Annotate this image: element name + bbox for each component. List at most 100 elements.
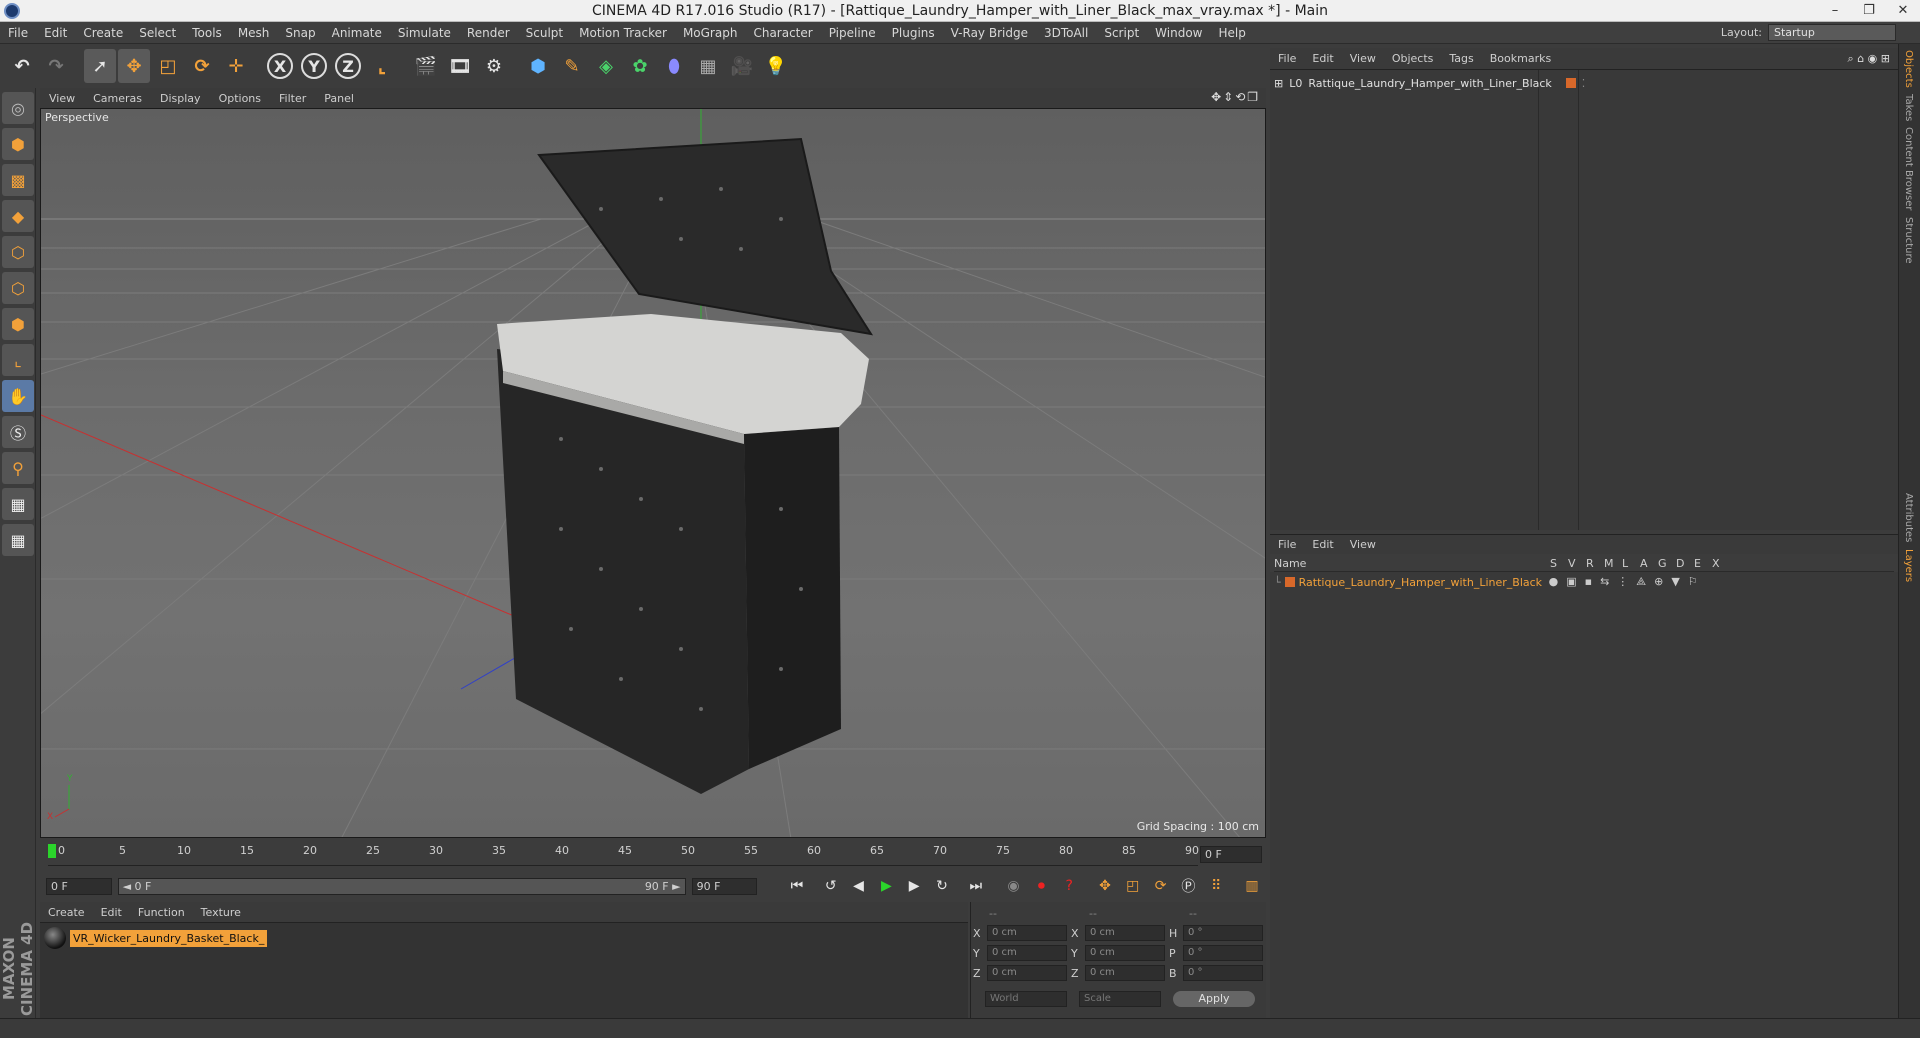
cube-primitive-icon[interactable]: ⬢ <box>522 49 554 83</box>
timeline[interactable]: 0 5 10 15 20 25 30 35 40 45 50 55 60 65 … <box>40 842 1266 872</box>
play-icon[interactable]: ▶ <box>874 874 898 898</box>
menu-snap[interactable]: Snap <box>277 26 323 40</box>
viewport-menu-display[interactable]: Display <box>151 92 210 105</box>
current-frame-field[interactable]: 0 F <box>1200 846 1262 863</box>
menu-render[interactable]: Render <box>459 26 518 40</box>
menu-tools[interactable]: Tools <box>184 26 230 40</box>
rotation-b-field[interactable]: 0 ° <box>1183 965 1263 981</box>
position-z-field[interactable]: 0 cm <box>987 965 1067 981</box>
key-pla-icon[interactable]: ⠿ <box>1204 874 1228 898</box>
snapping-icon[interactable]: ⚲ <box>2 452 34 484</box>
size-mode-select[interactable]: Scale <box>1079 991 1161 1007</box>
edges-mode-icon[interactable]: ⬡ <box>2 272 34 304</box>
subdivision-icon[interactable]: ◈ <box>590 49 622 83</box>
workplane-lock-icon[interactable]: ▦ <box>2 488 34 520</box>
viewport-menu-options[interactable]: Options <box>210 92 270 105</box>
tab-structure[interactable]: Structure <box>1903 217 1914 264</box>
layer-menu-view[interactable]: View <box>1342 538 1384 551</box>
layer-flag-icons[interactable]: ●▣▪⇆⋮⟁⊕▼⚐ <box>1549 575 1706 589</box>
timeline-window-icon[interactable]: ▥ <box>1240 874 1264 898</box>
timeline-ruler[interactable]: 0 5 10 15 20 25 30 35 40 45 50 55 60 65 … <box>48 842 1199 866</box>
layer-row[interactable]: └ Rattique_Laundry_Hamper_with_Liner_Bla… <box>1274 574 1706 590</box>
viewport-menu-view[interactable]: View <box>40 92 84 105</box>
menu-create[interactable]: Create <box>75 26 131 40</box>
menu-animate[interactable]: Animate <box>324 26 390 40</box>
start-frame-field[interactable]: 0 F <box>46 877 112 895</box>
next-frame-icon[interactable]: ▶ <box>902 874 926 898</box>
key-position-icon[interactable]: ✥ <box>1093 874 1117 898</box>
material-menu-texture[interactable]: Texture <box>193 906 249 919</box>
render-view-icon[interactable]: 🎬 <box>410 49 442 83</box>
rotation-h-field[interactable]: 0 ° <box>1183 925 1263 941</box>
go-to-start-icon[interactable]: ⏮ <box>785 874 809 898</box>
menu-mograph[interactable]: MoGraph <box>675 26 746 40</box>
solo-icon[interactable]: Ⓢ <box>2 416 34 448</box>
previous-key-icon[interactable]: ↺ <box>819 874 843 898</box>
menu-mesh[interactable]: Mesh <box>230 26 278 40</box>
menu-window[interactable]: Window <box>1147 26 1210 40</box>
menu-pipeline[interactable]: Pipeline <box>821 26 884 40</box>
select-arrow-icon[interactable]: ➚ <box>84 49 116 83</box>
menu-simulate[interactable]: Simulate <box>390 26 459 40</box>
material-menu-create[interactable]: Create <box>40 906 93 919</box>
rotate-icon[interactable]: ⟳ <box>186 49 218 83</box>
viewport-nav-icons[interactable]: ✥⇕⟲❐ <box>1211 90 1260 104</box>
floor-icon[interactable]: ▦ <box>692 49 724 83</box>
object-menu-edit[interactable]: Edit <box>1304 52 1341 65</box>
key-parameter-icon[interactable]: Ⓟ <box>1177 874 1201 898</box>
live-selection-icon[interactable]: ✛ <box>220 49 252 83</box>
tab-takes[interactable]: Takes <box>1903 94 1914 121</box>
coordinate-system-icon[interactable]: ⌞ <box>366 49 398 83</box>
tab-content-browser[interactable]: Content Browser <box>1903 127 1914 210</box>
polygons-mode-icon[interactable]: ⬢ <box>2 308 34 340</box>
menu-3dtoall[interactable]: 3DToAll <box>1036 26 1096 40</box>
size-z-field[interactable]: 0 cm <box>1085 965 1165 981</box>
layer-menu-file[interactable]: File <box>1270 538 1304 551</box>
object-menu-objects[interactable]: Objects <box>1384 52 1442 65</box>
expand-icon[interactable]: ⊞ <box>1274 77 1283 90</box>
tab-layers[interactable]: Layers <box>1903 549 1914 582</box>
object-menu-tags[interactable]: Tags <box>1441 52 1481 65</box>
next-key-icon[interactable]: ↻ <box>930 874 954 898</box>
minimize-button[interactable]: – <box>1818 0 1852 22</box>
visibility-dots-icon[interactable]: ⁚ <box>1582 77 1586 90</box>
autokey-icon[interactable]: ⏺ <box>1029 874 1053 898</box>
go-to-end-icon[interactable]: ⏭ <box>964 874 988 898</box>
material-menu-edit[interactable]: Edit <box>93 906 130 919</box>
menu-edit[interactable]: Edit <box>36 26 75 40</box>
viewport-menu-panel[interactable]: Panel <box>315 92 363 105</box>
x-axis-lock-icon[interactable]: X <box>264 49 296 83</box>
render-settings-icon[interactable]: ⚙ <box>478 49 510 83</box>
material-menu-function[interactable]: Function <box>130 906 193 919</box>
layer-color-swatch[interactable] <box>1284 577 1295 587</box>
render-picture-viewer-icon[interactable]: 🎞 <box>444 49 476 83</box>
rotation-p-field[interactable]: 0 ° <box>1183 945 1263 961</box>
make-editable-icon[interactable]: ◎ <box>2 92 34 124</box>
menu-script[interactable]: Script <box>1096 26 1147 40</box>
restore-button[interactable]: ❐ <box>1852 0 1886 22</box>
material-item[interactable]: VR_Wicker_Laundry_Basket_Black_ <box>44 927 268 949</box>
previous-frame-icon[interactable]: ◀ <box>847 874 871 898</box>
texture-mode-icon[interactable]: ▩ <box>2 164 34 196</box>
axis-mode-icon[interactable]: ⌞ <box>2 344 34 376</box>
key-scale-icon[interactable]: ◰ <box>1121 874 1145 898</box>
object-row[interactable]: ⊞ L0 Rattique_Laundry_Hamper_with_Liner_… <box>1274 74 1585 92</box>
object-manager-icons[interactable]: ⌕ ⌂ ◉ ⊞ <box>1848 52 1898 66</box>
pen-spline-icon[interactable]: ✎ <box>556 49 588 83</box>
tab-attributes[interactable]: Attributes <box>1903 493 1914 542</box>
scale-icon[interactable]: ◰ <box>152 49 184 83</box>
perspective-viewport[interactable]: Y X Perspective Grid Spacing : 100 cm <box>40 108 1266 838</box>
menu-motion-tracker[interactable]: Motion Tracker <box>571 26 675 40</box>
tab-objects[interactable]: Objects <box>1903 50 1914 88</box>
undo-icon[interactable]: ↶ <box>6 49 38 83</box>
position-y-field[interactable]: 0 cm <box>987 945 1067 961</box>
viewport-menu-filter[interactable]: Filter <box>270 92 315 105</box>
menu-sculpt[interactable]: Sculpt <box>518 26 571 40</box>
points-mode-icon[interactable]: ⬡ <box>2 236 34 268</box>
frame-range-slider[interactable]: ◄ 0 F 90 F ► <box>117 877 686 895</box>
workplane-icon[interactable]: ◆ <box>2 200 34 232</box>
menu-plugins[interactable]: Plugins <box>884 26 943 40</box>
end-frame-field[interactable]: 90 F <box>691 877 758 895</box>
playhead[interactable] <box>48 844 56 858</box>
record-keys-icon[interactable]: ◉ <box>1002 874 1026 898</box>
